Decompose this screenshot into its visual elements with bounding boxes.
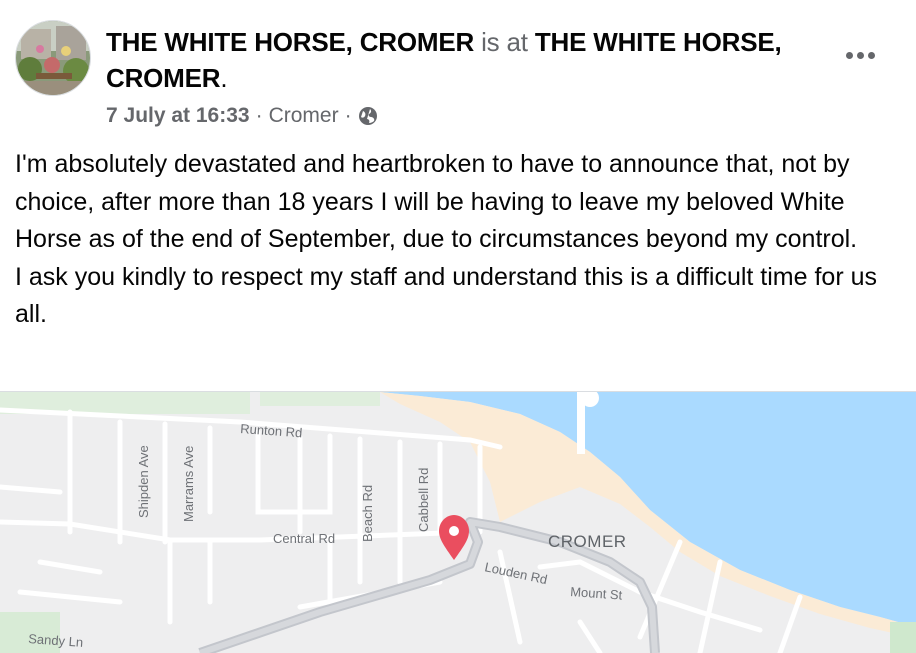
street-label-cabbell: Cabbell Rd	[416, 468, 431, 532]
town-label: CROMER	[548, 532, 627, 551]
globe-icon[interactable]	[358, 106, 378, 126]
post-meta: 7 July at 16:33 · Cromer ·	[106, 101, 378, 131]
header-period: .	[220, 63, 228, 93]
connector-text: is at	[481, 27, 528, 57]
author-name[interactable]: THE WHITE HORSE, CROMER	[106, 27, 474, 57]
street-label-central: Central Rd	[273, 531, 335, 546]
post-body: I'm absolutely devastated and heartbroke…	[15, 146, 895, 334]
meta-separator-2: ·	[344, 104, 352, 127]
avatar-photo	[16, 21, 90, 95]
post-header: THE WHITE HORSE, CROMER is at THE WHITE …	[106, 24, 806, 96]
street-label-marrams: Marrams Ave	[181, 446, 196, 522]
location-tag-line2[interactable]: CROMER	[106, 63, 221, 93]
page-avatar[interactable]	[15, 20, 91, 96]
location-tag[interactable]: THE WHITE HORSE,	[535, 27, 782, 57]
post-paragraph: I'm absolutely devastated and heartbroke…	[15, 150, 858, 253]
post-paragraph: I ask you kindly to respect my staff and…	[15, 262, 877, 329]
meta-separator: ·	[255, 104, 263, 127]
more-options-button[interactable]	[832, 35, 888, 75]
post-place[interactable]: Cromer	[269, 101, 339, 131]
street-label-beach: Beach Rd	[360, 485, 375, 542]
location-map[interactable]: Runton Rd Shipden Ave Marrams Ave Beach …	[0, 391, 916, 653]
map-canvas: Runton Rd Shipden Ave Marrams Ave Beach …	[0, 392, 916, 653]
more-horizontal-icon	[845, 51, 853, 59]
street-label-shipden: Shipden Ave	[136, 445, 151, 518]
post-timestamp[interactable]: 7 July at 16:33	[106, 101, 250, 131]
